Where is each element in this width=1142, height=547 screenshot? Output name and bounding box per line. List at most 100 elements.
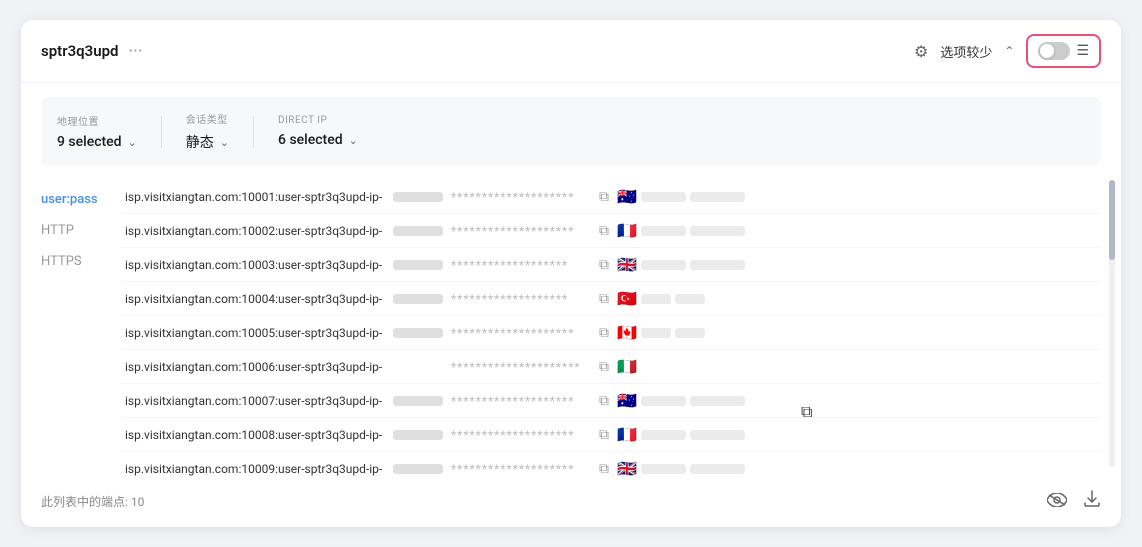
flag-cell: 🇦🇺 [617, 187, 745, 206]
options-label: 选项较少 [940, 42, 992, 61]
table-row: isp.visitxiangtan.com:10001:user-sptr3q3… [121, 180, 1101, 214]
flag-cell: 🇨🇦 [617, 323, 705, 342]
geo-filter: 地理位置 9 selected ⌄ [57, 113, 137, 150]
proxy-password: ******************** [451, 190, 591, 204]
info-blur [641, 328, 671, 338]
nav-item-https[interactable]: HTTPS [41, 250, 105, 273]
download-icon[interactable] [1083, 490, 1101, 513]
more-options-button[interactable]: ··· [128, 41, 142, 62]
info-blur [641, 294, 671, 304]
info-blur [641, 226, 686, 236]
proxy-url: isp.visitxiangtan.com:10007:user-sptr3q3… [125, 394, 385, 408]
session-chevron-icon: ⌄ [220, 136, 229, 149]
geo-select[interactable]: 9 selected ⌄ [57, 134, 137, 150]
proxy-url: isp.visitxiangtan.com:10006:user-sptr3q3… [125, 360, 385, 374]
menu-icon[interactable]: ☰ [1076, 43, 1089, 59]
table-row: isp.visitxiangtan.com:10007:user-sptr3q3… [121, 384, 1101, 418]
info-blur [675, 328, 705, 338]
header-right: ⚙ 选项较少 ⌃ ☰ [914, 34, 1101, 68]
flag-cell: 🇫🇷 [617, 221, 745, 240]
footer-actions [1047, 490, 1101, 513]
country-flag: 🇬🇧 [617, 459, 637, 478]
info-blur [641, 430, 686, 440]
copy-icon[interactable]: ⧉ [599, 223, 609, 239]
proxy-ip-blur [393, 328, 443, 338]
header: sptr3q3upd ··· ⚙ 选项较少 ⌃ ☰ [21, 20, 1121, 83]
country-flag: 🇮🇹 [617, 357, 637, 376]
info-blur [641, 464, 686, 474]
app-title: sptr3q3upd [41, 42, 118, 60]
direct-ip-value: 6 selected [278, 132, 343, 148]
proxy-url: isp.visitxiangtan.com:10004:user-sptr3q3… [125, 292, 385, 306]
session-label: 会话类型 [186, 111, 229, 126]
proxy-url: isp.visitxiangtan.com:10009:user-sptr3q3… [125, 462, 385, 476]
table-row: isp.visitxiangtan.com:10009:user-sptr3q3… [121, 452, 1101, 480]
info-blur [690, 226, 745, 236]
info-blur [675, 294, 705, 304]
proxy-url: isp.visitxiangtan.com:10008:user-sptr3q3… [125, 428, 385, 442]
proxy-list: isp.visitxiangtan.com:10001:user-sptr3q3… [121, 180, 1101, 480]
proxy-password: ******************** [451, 462, 591, 476]
table-row: isp.visitxiangtan.com:10002:user-sptr3q3… [121, 214, 1101, 248]
geo-chevron-icon: ⌄ [128, 136, 137, 149]
geo-label: 地理位置 [57, 113, 137, 128]
filter-divider-1 [161, 116, 162, 148]
country-flag: 🇨🇦 [617, 323, 637, 342]
proxy-url: isp.visitxiangtan.com:10002:user-sptr3q3… [125, 224, 385, 238]
info-blur [690, 260, 745, 270]
proxy-password: ********************* [451, 360, 591, 374]
flag-cell: 🇬🇧 [617, 459, 745, 478]
copy-icon[interactable]: ⧉ [599, 189, 609, 205]
nav-item-userpass[interactable]: user:pass [41, 188, 105, 211]
info-blur [690, 464, 745, 474]
toggle-container[interactable]: ☰ [1026, 34, 1101, 68]
proxy-password: ******************** [451, 326, 591, 340]
direct-ip-chevron-icon: ⌄ [349, 134, 358, 147]
country-flag: 🇹🇷 [617, 289, 637, 308]
proxy-ip-blur [393, 430, 443, 440]
copy-icon[interactable]: ⧉ [599, 427, 609, 443]
content-area: user:pass HTTP HTTPS isp.visitxiangtan.c… [21, 180, 1121, 480]
geo-value: 9 selected [57, 134, 122, 150]
proxy-ip-blur [393, 226, 443, 236]
country-flag: 🇦🇺 [617, 391, 637, 410]
flag-cell: 🇹🇷 [617, 289, 705, 308]
main-container: sptr3q3upd ··· ⚙ 选项较少 ⌃ ☰ 地理位置 9 selecte… [21, 20, 1121, 527]
settings-icon[interactable]: ⚙ [914, 42, 928, 61]
copy-icon[interactable]: ⧉ [599, 461, 609, 477]
info-blur [690, 192, 745, 202]
chevron-up-icon: ⌃ [1004, 44, 1014, 58]
proxy-ip-blur [393, 396, 443, 406]
proxy-ip-blur [393, 260, 443, 270]
proxy-ip-blur [393, 464, 443, 474]
copy-icon[interactable]: ⧉ [599, 291, 609, 307]
session-value: 静态 [186, 132, 214, 152]
eye-icon[interactable] [1047, 491, 1067, 512]
endpoint-count: 此列表中的端点: 10 [41, 493, 144, 510]
country-flag: 🇫🇷 [617, 425, 637, 444]
copy-icon[interactable]: ⧉ [599, 325, 609, 341]
proxy-url: isp.visitxiangtan.com:10001:user-sptr3q3… [125, 190, 385, 204]
copy-icon[interactable]: ⧉ [599, 257, 609, 273]
scrollbar-thumb[interactable] [1109, 180, 1115, 260]
direct-ip-select[interactable]: 6 selected ⌄ [278, 132, 358, 148]
proxy-password: ******************* [451, 258, 591, 272]
table-row: isp.visitxiangtan.com:10004:user-sptr3q3… [121, 282, 1101, 316]
country-flag: 🇦🇺 [617, 187, 637, 206]
table-row: isp.visitxiangtan.com:10005:user-sptr3q3… [121, 316, 1101, 350]
flag-cell: 🇦🇺 [617, 391, 745, 410]
scrollbar-track [1109, 180, 1115, 467]
session-select[interactable]: 静态 ⌄ [186, 132, 229, 152]
proxy-ip-blur [393, 294, 443, 304]
footer-bar: 此列表中的端点: 10 [21, 480, 1121, 527]
copy-icon[interactable]: ⧉ [599, 393, 609, 409]
flag-cell: 🇫🇷 [617, 425, 745, 444]
flag-cell: 🇬🇧 [617, 255, 745, 274]
proxy-url: isp.visitxiangtan.com:10005:user-sptr3q3… [125, 326, 385, 340]
country-flag: 🇬🇧 [617, 255, 637, 274]
proxy-url: isp.visitxiangtan.com:10003:user-sptr3q3… [125, 258, 385, 272]
proxy-password: ******************** [451, 394, 591, 408]
copy-icon[interactable]: ⧉ [599, 359, 609, 375]
toggle-switch[interactable] [1038, 42, 1070, 60]
nav-item-http[interactable]: HTTP [41, 219, 105, 242]
